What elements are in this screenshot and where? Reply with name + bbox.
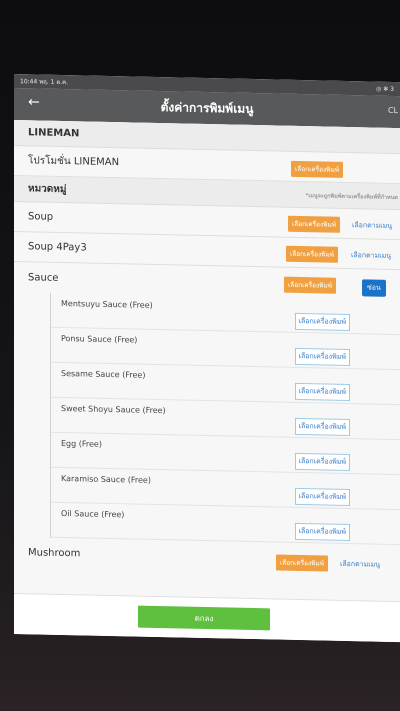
sauce-items-list: Mentsuyu Sauce (Free) เลือกเครื่องพิมพ์ …: [50, 292, 400, 546]
item-label: Sweet Shoyu Sauce (Free): [61, 403, 166, 416]
mushroom-by-menu-link[interactable]: เลือกตามเมนู: [340, 559, 380, 571]
group-label: Soup: [28, 211, 54, 223]
footer-bar: ตกลง: [14, 593, 400, 643]
item-label: Oil Sauce (Free): [61, 508, 125, 520]
soup4pay3-select-printer-button[interactable]: เลือกเครื่องพิมพ์: [286, 245, 339, 263]
item-select-printer-button[interactable]: เลือกเครื่องพิมพ์: [294, 452, 350, 472]
category-hint: *เมนูจะถูกพิมพ์ตามเครื่องพิมพ์ที่กำหนด: [305, 193, 398, 202]
item-label: Sesame Sauce (Free): [61, 368, 146, 380]
confirm-button[interactable]: ตกลง: [138, 605, 270, 631]
page-title: ตั้งค่าการพิมพ์เมนู: [160, 99, 254, 116]
soup-select-printer-button[interactable]: เลือกเครื่องพิมพ์: [288, 215, 341, 233]
group-label: Soup 4Pay3: [28, 241, 87, 254]
item-label: Karamiso Sauce (Free): [61, 473, 151, 485]
sauce-select-printer-button[interactable]: เลือกเครื่องพิมพ์: [284, 276, 337, 294]
item-label: Mentsuyu Sauce (Free): [61, 298, 153, 310]
item-select-printer-button[interactable]: เลือกเครื่องพิมพ์: [294, 522, 350, 542]
sauce-hide-button[interactable]: ซ่อน: [362, 279, 386, 297]
status-icons: ◎ ✻ 3: [376, 85, 394, 93]
item-label: Ponsu Sauce (Free): [61, 333, 138, 345]
group-label: Sauce: [28, 271, 59, 284]
category-section-label: หมวดหมู่: [28, 183, 67, 196]
item-select-printer-button[interactable]: เลือกเครื่องพิมพ์: [294, 417, 350, 437]
item-select-printer-button[interactable]: เลือกเครื่องพิมพ์: [294, 487, 350, 507]
lineman-select-printer-button[interactable]: เลือกเครื่องพิมพ์: [291, 160, 344, 178]
item-select-printer-button[interactable]: เลือกเครื่องพิมพ์: [294, 347, 350, 367]
soup4pay3-by-menu-link[interactable]: เลือกตามเมนู: [351, 250, 391, 262]
mushroom-select-printer-button[interactable]: เลือกเครื่องพิมพ์: [276, 554, 329, 572]
item-select-printer-button[interactable]: เลือกเครื่องพิมพ์: [294, 382, 350, 402]
printer-settings-list[interactable]: LINEMAN โปรโมชั่น LINEMAN เลือกเครื่องพิ…: [14, 120, 400, 643]
app-screen: 10:44 พฤ. 1 ต.ค. ◎ ✻ 3 ← ตั้งค่าการพิมพ์…: [14, 74, 400, 643]
item-select-printer-button[interactable]: เลือกเครื่องพิมพ์: [294, 312, 350, 332]
lineman-promo-label: โปรโมชั่น LINEMAN: [28, 155, 120, 169]
status-time-date: 10:44 พฤ. 1 ต.ค.: [20, 78, 69, 87]
lineman-section-label: LINEMAN: [28, 127, 80, 140]
back-arrow-icon[interactable]: ←: [28, 94, 40, 110]
group-label: Mushroom: [28, 546, 81, 559]
item-label: Egg (Free): [61, 438, 102, 449]
clear-button[interactable]: CL: [388, 106, 398, 115]
soup-by-menu-link[interactable]: เลือกตามเมนู: [352, 220, 392, 232]
